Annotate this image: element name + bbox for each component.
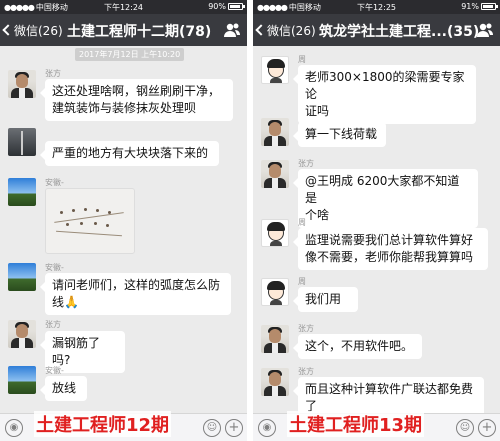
emoji-icon[interactable]: ☺ bbox=[456, 419, 474, 437]
sender-name: 周 bbox=[298, 218, 306, 227]
avatar[interactable] bbox=[261, 219, 289, 247]
image-message[interactable] bbox=[45, 188, 135, 254]
chat-nav-bar: 微信(26) 筑龙学社土建工程...(35) bbox=[253, 14, 500, 46]
sender-name: 周 bbox=[298, 277, 306, 286]
sender-name: 张方 bbox=[298, 324, 314, 333]
plus-icon[interactable]: + bbox=[478, 419, 496, 437]
avatar[interactable] bbox=[261, 278, 289, 306]
sender-name: 张方 bbox=[298, 159, 314, 168]
avatar[interactable] bbox=[261, 368, 289, 396]
chat-nav-bar: 微信(26) 土建工程师十二期(78) bbox=[0, 14, 247, 46]
message-bubble[interactable]: 老师300×1800的梁需要专家论 证吗 bbox=[293, 65, 476, 124]
avatar[interactable] bbox=[261, 160, 289, 188]
message-bubble[interactable]: @王明成 6200大家都不知道是 个啥 bbox=[293, 169, 478, 228]
message-bubble[interactable]: 放线 bbox=[40, 376, 87, 401]
group-members-icon[interactable] bbox=[476, 22, 494, 38]
avatar[interactable] bbox=[8, 320, 36, 348]
voice-icon[interactable]: ◉ bbox=[258, 419, 276, 437]
message-bubble[interactable]: 我们用 bbox=[293, 287, 358, 312]
chevron-left-icon bbox=[2, 24, 14, 36]
avatar[interactable] bbox=[8, 70, 36, 98]
sender-name: 张方 bbox=[298, 367, 314, 376]
avatar[interactable] bbox=[261, 325, 289, 353]
back-button[interactable]: 微信(26) bbox=[255, 22, 316, 39]
battery-icon bbox=[228, 3, 245, 10]
sender-name: 张方 bbox=[45, 320, 61, 329]
message-bubble[interactable]: 算一下线荷载 bbox=[293, 122, 386, 147]
caption-overlay: 土建工程师12期 bbox=[34, 411, 172, 437]
chat-title: 土建工程师十二期(78) bbox=[67, 24, 212, 40]
sender-name: 安徽- bbox=[45, 366, 64, 375]
message-bubble[interactable]: 请问老师们，这样的弧度怎么防 线🙏 bbox=[40, 273, 231, 315]
caption-overlay: 土建工程师13期 bbox=[287, 411, 425, 437]
back-button[interactable]: 微信(26) bbox=[2, 22, 63, 39]
battery-status: 90% bbox=[208, 2, 245, 11]
chevron-left-icon bbox=[255, 24, 267, 36]
battery-icon bbox=[481, 3, 498, 10]
avatar[interactable] bbox=[261, 118, 289, 146]
message-timestamp: 2017年7月12日 上午10:20 bbox=[75, 48, 185, 61]
avatar[interactable] bbox=[8, 128, 36, 156]
message-bubble[interactable]: 监理说需要我们总计算软件算好 像不需要，老师你能帮我算算吗 bbox=[293, 228, 488, 270]
chat-screen-right: ●●●●● 中国移动 下午12:25 91% 微信(26) 筑龙学社土建工程...… bbox=[253, 0, 500, 441]
chat-title: 筑龙学社土建工程...(35) bbox=[319, 24, 480, 40]
emoji-icon[interactable]: ☺ bbox=[203, 419, 221, 437]
sender-name: 张方 bbox=[45, 69, 61, 78]
avatar[interactable] bbox=[8, 263, 36, 291]
battery-status: 91% bbox=[461, 2, 498, 11]
message-bubble[interactable]: 这还处理啥啊，钢丝刷刷干净， 建筑装饰与装修抹灰处理呗 bbox=[40, 79, 233, 121]
sender-name: 安徽- bbox=[45, 263, 64, 272]
message-bubble[interactable]: 这个，不用软件吧。 bbox=[293, 334, 422, 359]
message-bubble[interactable]: 严重的地方有大块块落下来的 bbox=[40, 141, 219, 166]
sender-name: 安徽- bbox=[45, 178, 64, 187]
status-bar: ●●●●● 中国移动 下午12:25 91% bbox=[253, 0, 500, 14]
group-members-icon[interactable] bbox=[223, 22, 241, 38]
avatar[interactable] bbox=[8, 366, 36, 394]
sender-name: 周 bbox=[298, 55, 306, 64]
avatar[interactable] bbox=[261, 56, 289, 84]
status-bar: ●●●●● 中国移动 下午12:24 90% bbox=[0, 0, 247, 14]
plus-icon[interactable]: + bbox=[225, 419, 243, 437]
voice-icon[interactable]: ◉ bbox=[5, 419, 23, 437]
chat-screen-left: ●●●●● 中国移动 下午12:24 90% 微信(26) 土建工程师十二期(78… bbox=[0, 0, 247, 441]
avatar[interactable] bbox=[8, 178, 36, 206]
